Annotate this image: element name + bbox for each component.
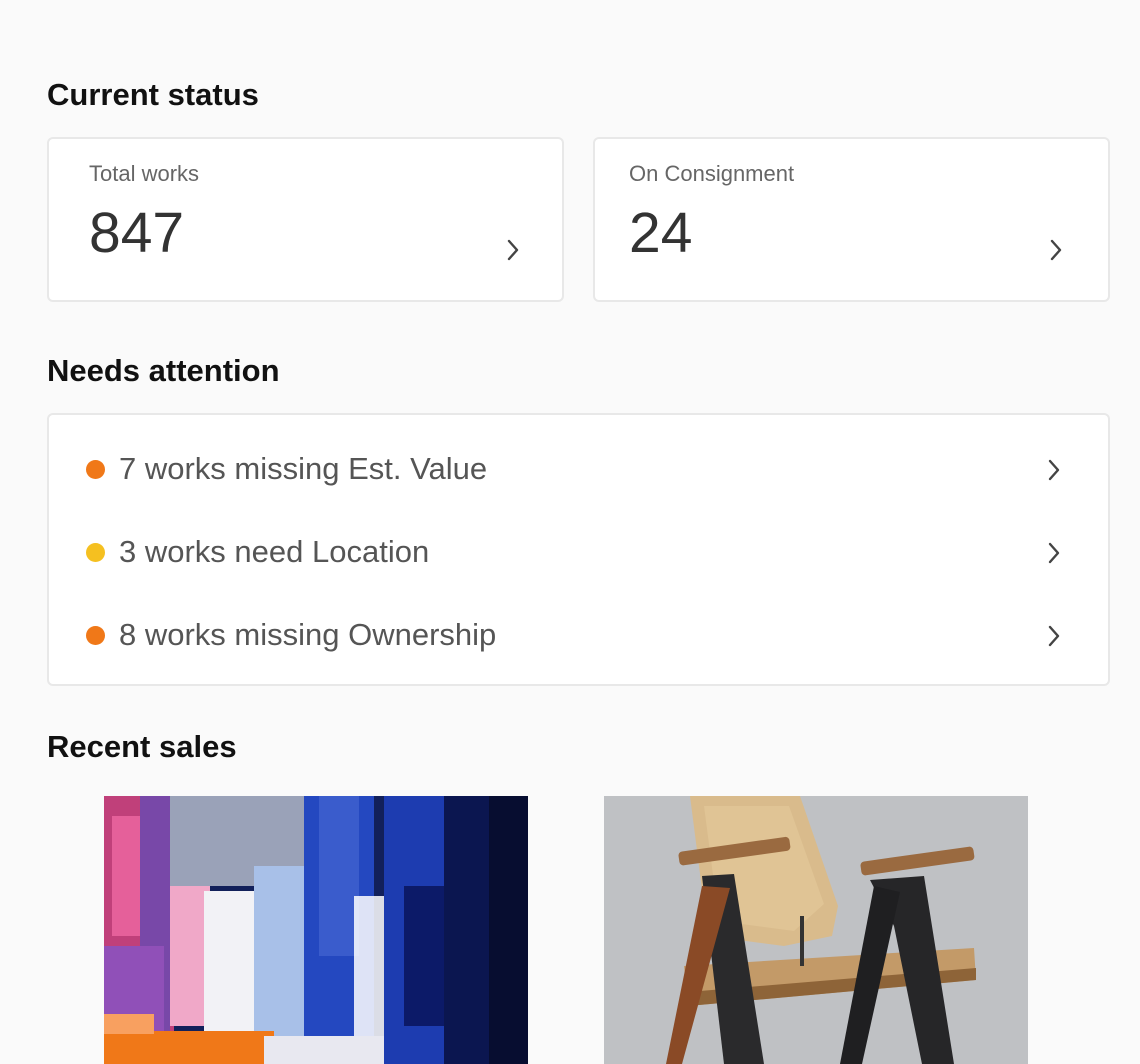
attention-row-est-value[interactable]: 7 works missing Est. Value [49,426,1108,509]
on-consignment-value: 24 [629,201,693,265]
recent-sale-abstract-painting-image[interactable] [104,796,528,1064]
chevron-right-icon [1046,238,1066,262]
total-works-value: 847 [89,201,185,265]
chevron-right-icon [1044,541,1064,565]
attention-row-text: 8 works missing Ownership [119,617,497,652]
chevron-right-icon [503,238,523,262]
warning-dot-icon [86,460,105,479]
needs-attention-heading: Needs attention [47,353,280,388]
on-consignment-card[interactable]: On Consignment 24 [593,137,1110,302]
attention-row-text: 7 works missing Est. Value [119,451,488,486]
chevron-right-icon [1044,458,1064,482]
on-consignment-label: On Consignment [629,161,795,186]
chevron-right-icon [1044,624,1064,648]
attention-row-ownership[interactable]: 8 works missing Ownership [49,592,1108,675]
recent-sale-wooden-chair-image[interactable] [604,796,1028,1064]
warning-dot-icon [86,543,105,562]
total-works-label: Total works [89,161,200,186]
total-works-card[interactable]: Total works 847 [47,137,564,302]
attention-row-location[interactable]: 3 works need Location [49,509,1108,592]
current-status-heading: Current status [47,77,259,112]
needs-attention-card: 7 works missing Est. Value 3 works need … [47,413,1110,686]
attention-row-text: 3 works need Location [119,534,430,569]
recent-sales-heading: Recent sales [47,729,237,764]
warning-dot-icon [86,626,105,645]
